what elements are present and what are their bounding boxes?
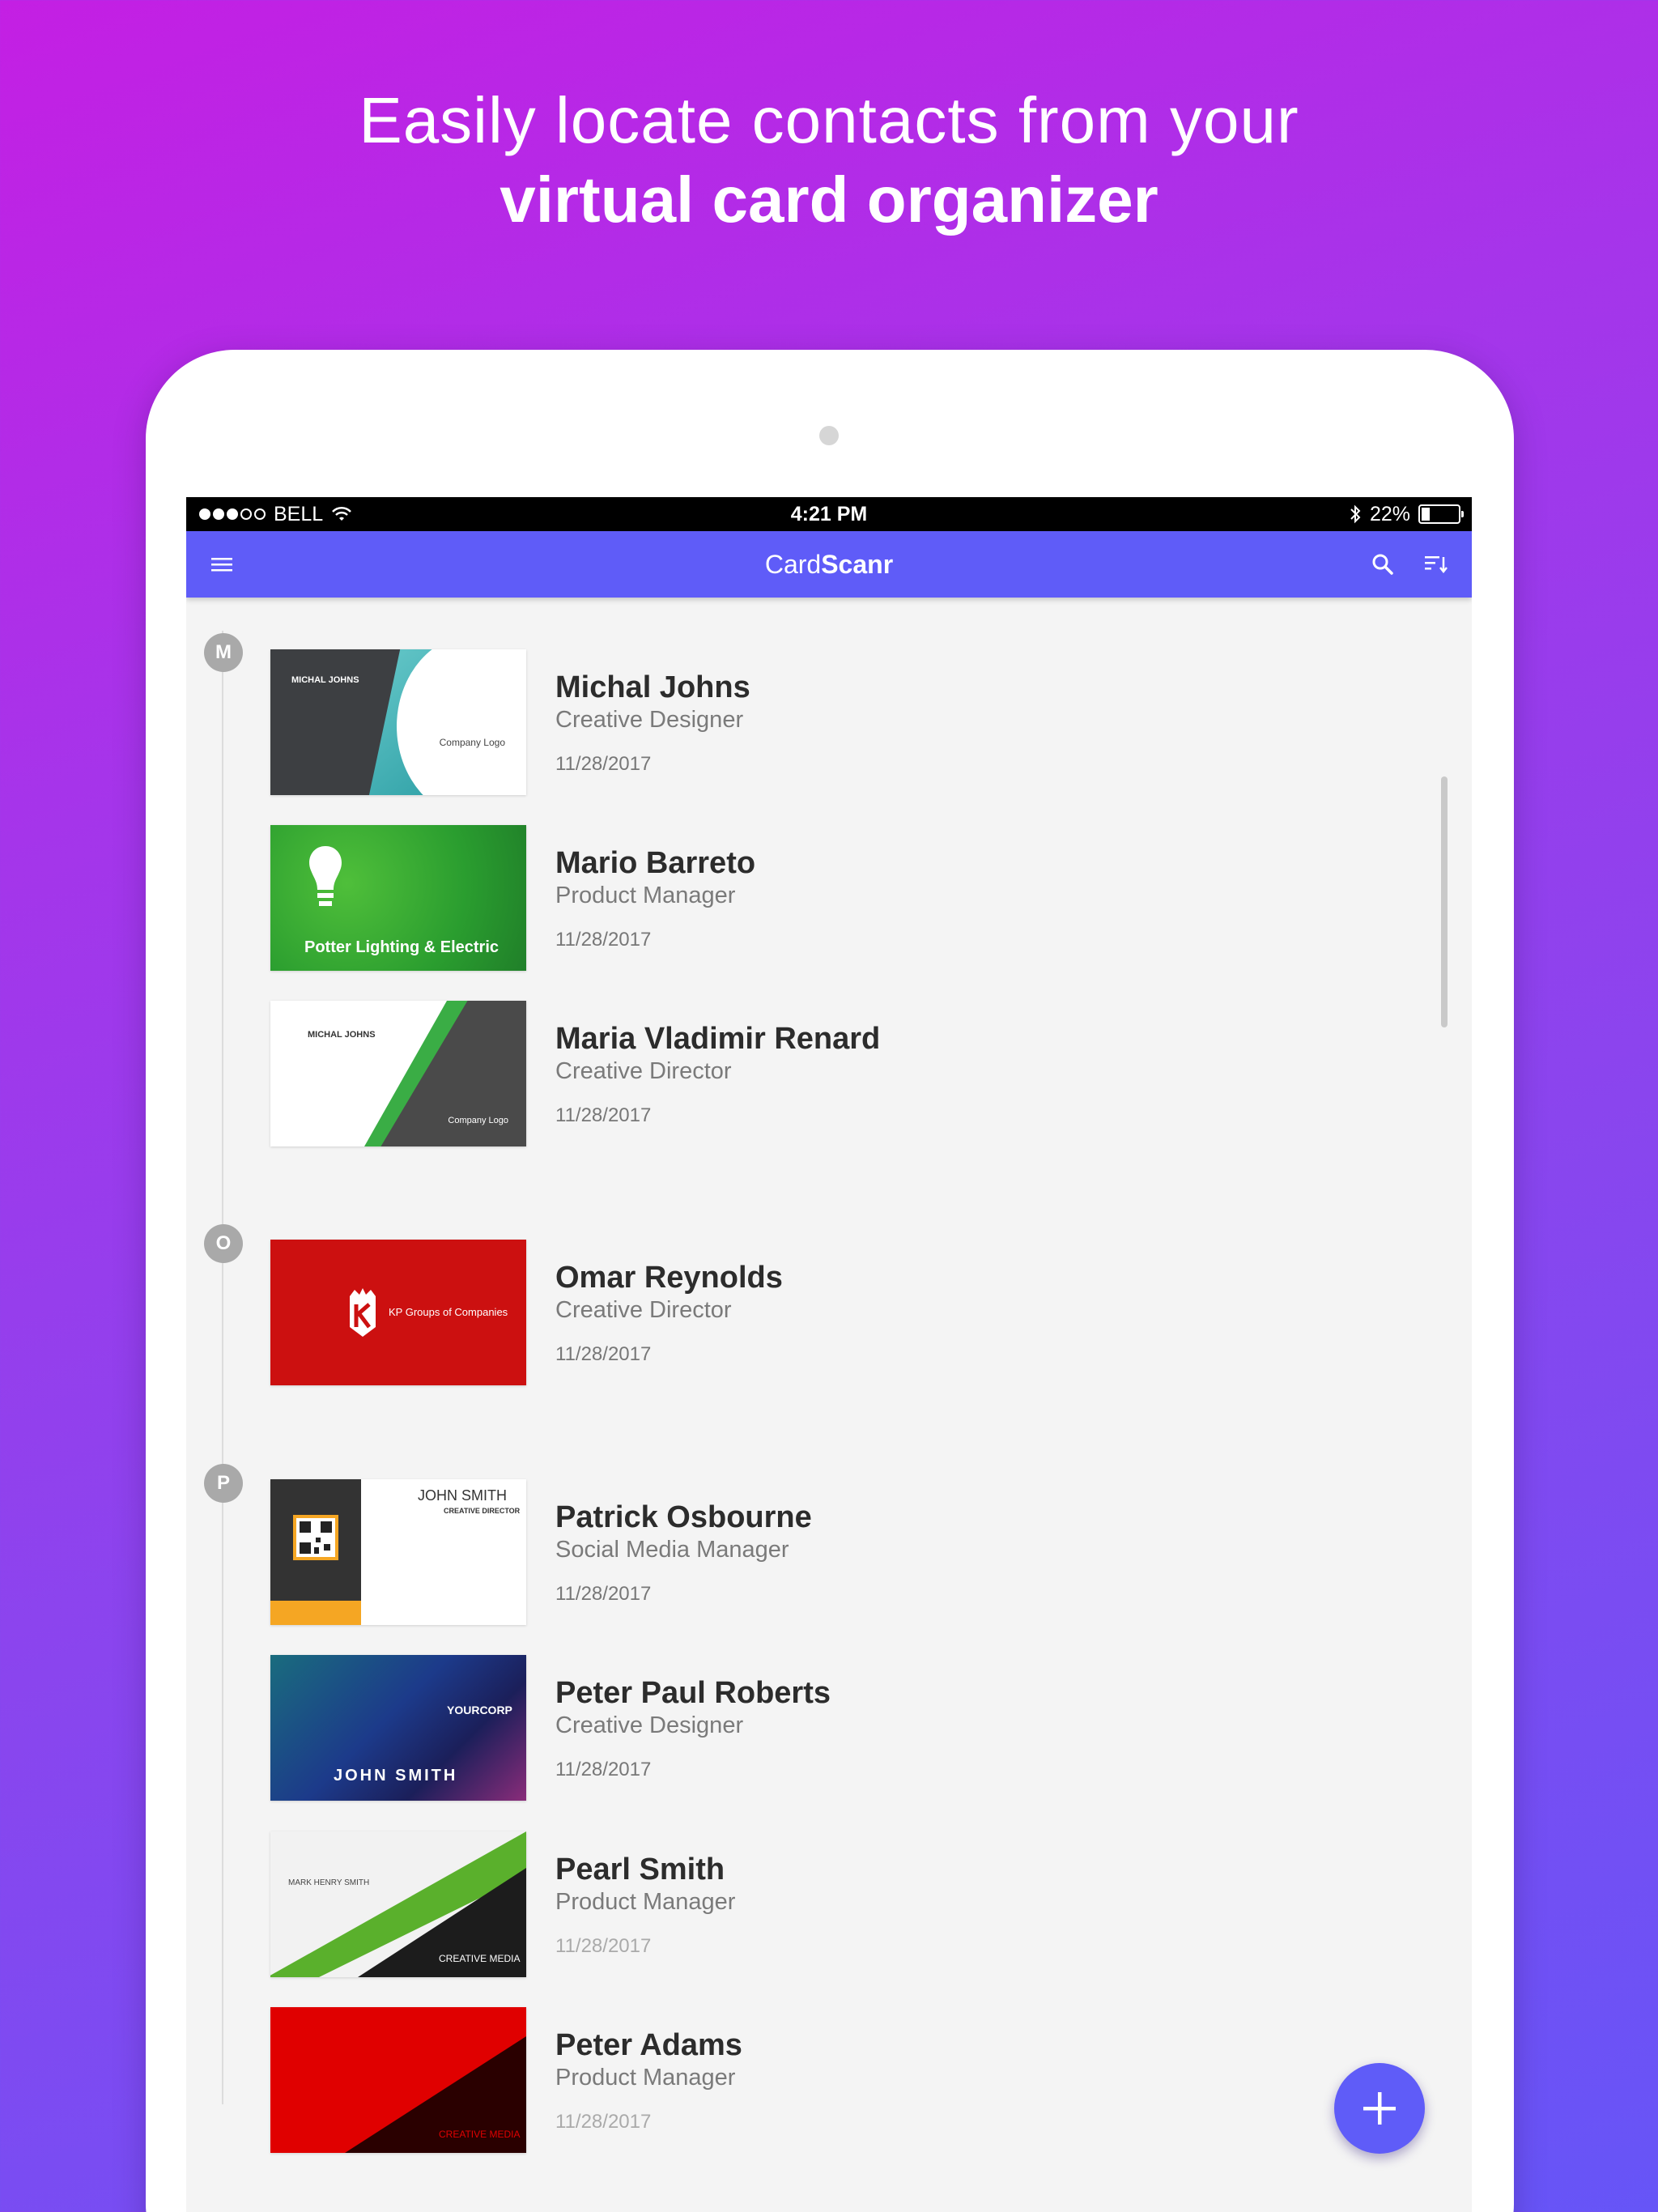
plus-icon — [1363, 2092, 1396, 2125]
business-card-image: CREATIVE MEDIA — [270, 2007, 526, 2153]
app-screen: BELL 4:21 PM 22% CardScanr M O P MICHAL … — [186, 497, 1472, 2212]
contact-name: Peter Adams — [555, 2028, 742, 2062]
contact-name: Michal Johns — [555, 670, 750, 704]
contact-date: 11/28/2017 — [555, 2111, 652, 2133]
section-letter-o: O — [204, 1224, 243, 1263]
card-brand-text: YOURCORP — [447, 1704, 512, 1716]
contact-name: Pearl Smith — [555, 1853, 725, 1887]
contact-date: 11/28/2017 — [555, 1759, 652, 1780]
contact-name: Patrick Osbourne — [555, 1500, 812, 1534]
marketing-headline: Easily locate contacts from your virtual… — [0, 81, 1658, 240]
headline-line-2: virtual card organizer — [500, 164, 1158, 236]
card-name-text: MICHAL JOHNS — [291, 675, 359, 685]
app-title-bold: Scanr — [821, 549, 894, 579]
card-brand-text: CREATIVE MEDIA — [439, 1953, 521, 1964]
contact-row-patrick-osbourne[interactable]: JOHN SMITH CREATIVE DIRECTOR Patrick Osb… — [270, 1479, 812, 1625]
contact-date: 11/28/2017 — [555, 753, 652, 775]
contact-role: Creative Director — [555, 1297, 732, 1323]
contact-role: Product Manager — [555, 883, 736, 908]
sort-icon[interactable] — [1423, 551, 1449, 577]
status-time: 4:21 PM — [790, 502, 868, 525]
contact-role: Creative Designer — [555, 1712, 744, 1738]
business-card-image: MICHAL JOHNS Company Logo — [270, 1001, 526, 1146]
app-title: CardScanr — [186, 550, 1472, 580]
add-card-button[interactable] — [1334, 2063, 1425, 2154]
card-company-text: Potter Lighting & Electric — [304, 938, 500, 956]
card-name-text: MICHAL JOHNS — [308, 1030, 376, 1040]
contact-date: 11/28/2017 — [555, 1935, 652, 1957]
camera-dot — [819, 426, 839, 445]
headline-line-1: Easily locate contacts from your — [359, 84, 1299, 156]
contact-role: Creative Director — [555, 1058, 732, 1084]
contact-role: Social Media Manager — [555, 1537, 789, 1563]
contact-row-omar-reynolds[interactable]: KP Groups of Companies Omar Reynolds Cre… — [270, 1240, 783, 1385]
contact-date: 11/28/2017 — [555, 929, 652, 951]
card-name-text: JOHN SMITH — [418, 1487, 507, 1504]
search-icon[interactable] — [1370, 551, 1396, 577]
status-bar: BELL 4:21 PM 22% — [186, 497, 1472, 531]
scrollbar[interactable] — [1441, 776, 1448, 1027]
wifi-icon — [332, 506, 352, 521]
card-company-text: KP Groups of Companies — [389, 1306, 508, 1318]
contact-row-michal-johns[interactable]: MICHAL JOHNS Company Logo Michal Johns C… — [270, 649, 750, 795]
contact-row-maria-vladimir-renard[interactable]: MICHAL JOHNS Company Logo Maria Vladimir… — [270, 1001, 880, 1146]
app-title-light: Card — [764, 549, 822, 579]
contact-row-pearl-smith[interactable]: MARK HENRY SMITH CREATIVE MEDIA Pearl Sm… — [270, 1831, 735, 1977]
business-card-image: Potter Lighting & Electric — [270, 825, 526, 971]
contact-name: Maria Vladimir Renard — [555, 1022, 881, 1056]
business-card-image: KP Groups of Companies — [270, 1240, 526, 1385]
contact-role: Product Manager — [555, 1889, 736, 1915]
contact-row-peter-paul-roberts[interactable]: YOURCORP JOHN SMITH Peter Paul Roberts C… — [270, 1655, 831, 1801]
section-letter-p: P — [204, 1464, 243, 1503]
business-card-image: YOURCORP JOHN SMITH — [270, 1655, 526, 1801]
battery-icon — [1418, 504, 1464, 524]
battery-percent: 22% — [1369, 502, 1410, 525]
business-card-image: MICHAL JOHNS Company Logo — [270, 649, 526, 795]
contact-name: Mario Barreto — [555, 846, 756, 880]
card-name-text: MARK HENRY SMITH — [288, 1878, 370, 1887]
contact-row-mario-barreto[interactable]: Potter Lighting & Electric Mario Barreto… — [270, 825, 755, 971]
bluetooth-icon — [1350, 504, 1361, 524]
card-brand-text: CREATIVE MEDIA — [439, 2129, 521, 2140]
contact-role: Creative Designer — [555, 707, 744, 733]
contact-date: 11/28/2017 — [555, 1583, 652, 1605]
carrier-label: BELL — [274, 502, 324, 525]
kp-logo-icon — [350, 1288, 376, 1337]
contact-date: 11/28/2017 — [555, 1104, 652, 1126]
app-toolbar: CardScanr — [186, 531, 1472, 598]
signal-icon — [199, 508, 266, 520]
contact-name: Omar Reynolds — [555, 1261, 783, 1295]
business-card-image: MARK HENRY SMITH CREATIVE MEDIA — [270, 1831, 526, 1977]
lightbulb-icon — [309, 846, 342, 906]
card-logo-text: Company Logo — [448, 1116, 508, 1125]
menu-icon[interactable] — [209, 551, 235, 577]
card-logo-text: Company Logo — [439, 737, 505, 748]
section-letter-m: M — [204, 633, 243, 672]
contact-name: Peter Paul Roberts — [555, 1676, 831, 1710]
business-card-image: JOHN SMITH CREATIVE DIRECTOR — [270, 1479, 526, 1625]
timeline-line — [222, 631, 223, 2104]
contact-row-peter-adams[interactable]: CREATIVE MEDIA Peter Adams Product Manag… — [270, 2007, 742, 2153]
qr-code-icon — [293, 1515, 338, 1560]
contact-role: Product Manager — [555, 2065, 736, 2091]
card-name-text: JOHN SMITH — [334, 1767, 458, 1784]
contact-date: 11/28/2017 — [555, 1343, 652, 1365]
card-title-text: CREATIVE DIRECTOR — [444, 1507, 521, 1515]
